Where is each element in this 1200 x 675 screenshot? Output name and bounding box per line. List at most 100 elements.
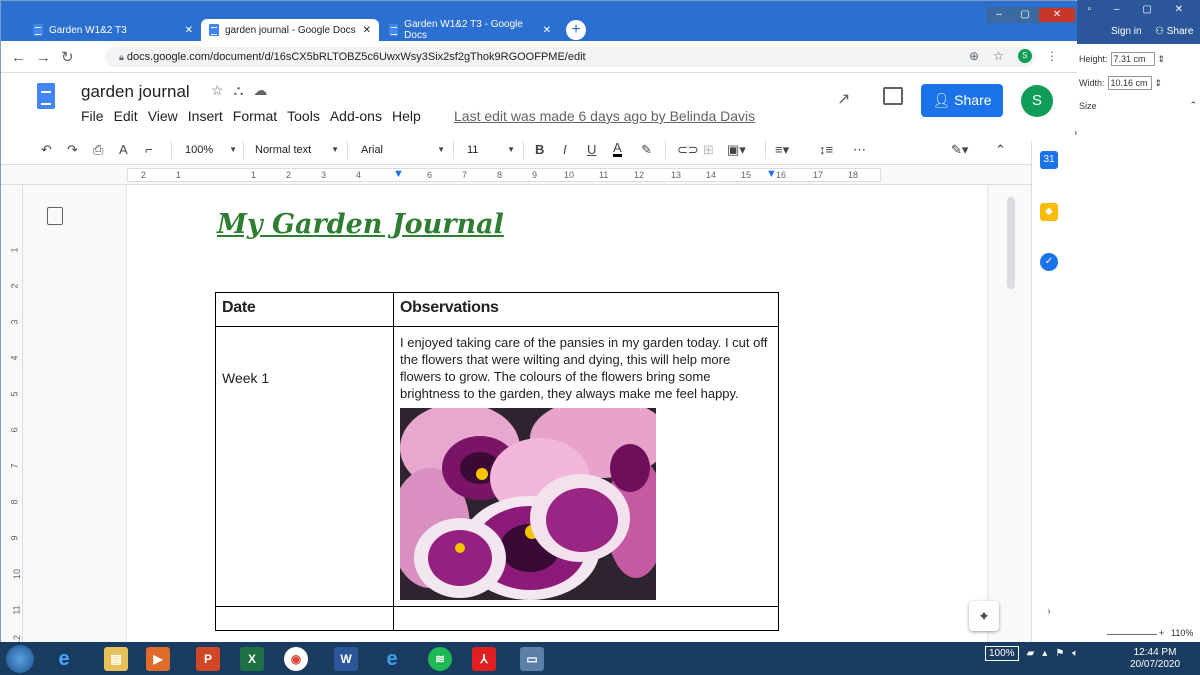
date-cell[interactable]: Week 1 — [215, 326, 394, 607]
profile-avatar[interactable]: S — [1017, 49, 1032, 63]
document-outline-icon[interactable] — [47, 207, 63, 225]
italic-button[interactable]: I — [563, 142, 567, 157]
internet-explorer-icon[interactable]: e — [52, 647, 76, 671]
battery-icon[interactable]: ▰ — [1027, 648, 1035, 659]
word-sign-in-link[interactable]: Sign in — [1111, 26, 1142, 37]
close-icon[interactable]: ✕ — [543, 25, 551, 36]
font-select[interactable]: Arial ▼ — [361, 140, 445, 160]
star-icon[interactable]: ☆ — [993, 49, 1004, 63]
media-player-icon[interactable]: ▶ — [146, 647, 170, 671]
spotify-icon[interactable]: ≋ — [428, 647, 452, 671]
comment-icon[interactable]: ⊞ — [703, 142, 714, 158]
font-size-select[interactable]: 11 ▼ — [467, 140, 515, 160]
edge-icon[interactable]: e — [380, 647, 404, 671]
star-icon[interactable]: ☆ — [211, 82, 224, 99]
style-select[interactable]: Normal text ▼ — [255, 140, 339, 160]
network-icon[interactable]: ⚑ — [1055, 648, 1064, 659]
chevron-up-icon[interactable]: ▴ — [1042, 648, 1047, 659]
chevron-right-icon[interactable]: › — [1040, 603, 1058, 621]
activity-trend-icon[interactable]: ↗ — [837, 89, 850, 109]
zoom-slider[interactable] — [1107, 634, 1157, 635]
maximize-button[interactable]: ▢ — [1012, 7, 1038, 23]
tasks-icon[interactable]: ✓ — [1040, 253, 1058, 271]
journal-heading[interactable]: My Garden Journal — [217, 209, 504, 240]
document-page[interactable]: My Garden Journal Date Observations Week… — [127, 185, 987, 643]
collapse-menus-icon[interactable]: ⌃ — [995, 142, 1006, 158]
url-field[interactable]: 🔒︎ docs.google.com/document/d/16sCX5bRLT… — [105, 47, 1035, 67]
zoom-in-icon[interactable]: + — [1159, 628, 1164, 638]
menu-help[interactable]: Help — [392, 108, 421, 124]
pansy-photo[interactable] — [400, 408, 656, 600]
document-title[interactable]: garden journal — [81, 82, 190, 102]
menu-file[interactable]: File — [81, 108, 104, 124]
height-field[interactable]: 7.31 cm — [1110, 52, 1155, 66]
empty-date-cell[interactable] — [215, 606, 394, 631]
excel-icon[interactable]: X — [240, 647, 264, 671]
width-spinner-icon[interactable]: ⇕ — [1155, 78, 1163, 89]
keep-icon[interactable]: ◆ — [1040, 203, 1058, 221]
tab-garden-w1-t3[interactable]: Garden W1&2 T3 ✕ — [25, 19, 201, 41]
align-icon[interactable]: ≡▾ — [775, 142, 789, 158]
powerpoint-icon[interactable]: P — [196, 647, 220, 671]
file-explorer-icon[interactable]: ▤ — [104, 647, 128, 671]
bold-button[interactable]: B — [535, 142, 544, 157]
word-icon[interactable]: W — [334, 647, 358, 671]
menu-addons[interactable]: Add-ons — [330, 108, 382, 124]
word-share-button[interactable]: ⚇ Share — [1155, 26, 1193, 37]
empty-observation-cell[interactable] — [393, 606, 779, 631]
line-spacing-icon[interactable]: ↕≡ — [819, 142, 833, 157]
minimize-button[interactable]: – — [986, 7, 1012, 23]
menu-edit[interactable]: Edit — [114, 108, 138, 124]
word-window-controls[interactable]: ▫ – ▢ ✕ — [1088, 4, 1193, 15]
move-to-drive-icon[interactable]: ⛬ — [234, 82, 244, 99]
docs-logo-icon[interactable] — [37, 83, 55, 109]
share-button[interactable]: 👤︎ Share — [921, 84, 1003, 117]
menu-view[interactable]: View — [148, 108, 178, 124]
reload-icon[interactable]: ↻ — [61, 49, 84, 66]
link-icon[interactable]: ⊂⊃ — [677, 142, 699, 158]
header-observations[interactable]: Observations — [393, 292, 779, 327]
close-icon[interactable]: ✕ — [185, 25, 193, 36]
photos-icon[interactable]: ▭ — [520, 647, 544, 671]
battery-percent[interactable]: 100% — [985, 646, 1019, 661]
cloud-status-icon[interactable]: ☁ — [253, 82, 267, 99]
spellcheck-icon[interactable]: A — [119, 142, 128, 157]
scrollbar[interactable] — [1007, 197, 1015, 289]
acrobat-icon[interactable]: ⅄ — [472, 647, 496, 671]
undo-icon[interactable]: ↶ — [41, 142, 52, 158]
back-icon[interactable]: ← — [11, 49, 36, 66]
zoom-icon[interactable]: ⊕ — [969, 49, 979, 63]
zoom-select[interactable]: 100% ▼ — [185, 140, 237, 160]
more-tools-button[interactable]: ⋯ — [853, 142, 866, 158]
comment-history-icon[interactable] — [883, 87, 903, 105]
observation-cell[interactable]: I enjoyed taking care of the pansies in … — [393, 326, 779, 607]
editing-mode-icon[interactable]: ✎▾ — [951, 142, 968, 158]
tab-garden-w1-t3-docs[interactable]: Garden W1&2 T3 - Google Docs ✕ — [381, 19, 559, 41]
collapse-ribbon-icon[interactable]: ⌃ — [1189, 100, 1197, 111]
text-color-button[interactable]: A — [613, 141, 622, 157]
underline-button[interactable]: U — [587, 142, 596, 157]
width-field[interactable]: 10.16 cm — [1107, 76, 1152, 90]
print-icon[interactable]: ⎙ — [93, 142, 103, 158]
header-date[interactable]: Date — [215, 292, 394, 327]
menu-tools[interactable]: Tools — [287, 108, 320, 124]
calendar-icon[interactable]: 31 — [1040, 151, 1058, 169]
paint-format-icon[interactable]: ⌐ — [145, 142, 153, 157]
forward-icon[interactable]: → — [36, 49, 61, 66]
menu-format[interactable]: Format — [233, 108, 277, 124]
menu-insert[interactable]: Insert — [188, 108, 223, 124]
redo-icon[interactable]: ↷ — [67, 142, 78, 158]
close-window-button[interactable]: ✕ — [1038, 7, 1076, 23]
close-icon[interactable]: ✕ — [363, 25, 371, 36]
height-spinner-icon[interactable]: ⇕ — [1158, 54, 1166, 65]
start-button[interactable] — [6, 645, 34, 673]
user-avatar[interactable]: S — [1021, 85, 1053, 117]
volume-icon[interactable]: 🔈︎ — [1072, 648, 1078, 659]
indent-marker-icon[interactable]: ▼ — [393, 168, 404, 180]
explore-button[interactable]: ✦ — [969, 601, 999, 631]
last-edit-link[interactable]: Last edit was made 6 days ago by Belinda… — [454, 108, 755, 124]
clock[interactable]: 12:44 PM 20/07/2020 — [1130, 647, 1180, 671]
tab-garden-journal[interactable]: garden journal - Google Docs ✕ — [201, 19, 379, 41]
image-icon[interactable]: ▣▾ — [727, 142, 746, 158]
highlight-icon[interactable]: ✎ — [641, 142, 652, 158]
